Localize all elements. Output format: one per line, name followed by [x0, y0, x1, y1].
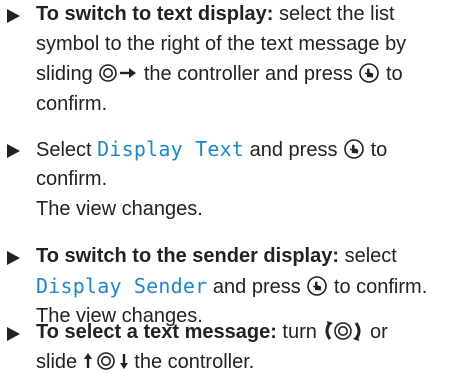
instruction-text: Select	[36, 139, 98, 161]
instruction-line: Display Sender and press to confirm.	[36, 272, 427, 300]
menu-item-display-text: Display Text	[97, 137, 245, 161]
instruction-text: to	[365, 139, 388, 161]
instruction-text: or	[364, 321, 388, 343]
instruction-heading: To select a text message:	[36, 321, 277, 343]
instruction-text: confirm.	[36, 93, 108, 115]
bullet-triangle-icon	[7, 327, 20, 341]
controller-press-icon	[306, 275, 328, 297]
instruction-text: symbol to the right of the text message …	[36, 33, 407, 55]
instruction-text: and press	[207, 276, 307, 298]
instruction-line: Select Display Text and press to	[36, 135, 387, 163]
instruction-text: select	[339, 245, 397, 267]
bullet-triangle-icon	[7, 144, 20, 158]
instruction-text: sliding	[36, 63, 99, 85]
controller-slide-updown-icon	[83, 350, 129, 372]
instruction-line: confirm.	[36, 90, 107, 118]
instruction-text: slide	[36, 351, 83, 373]
instruction-text: to confirm.	[328, 276, 428, 298]
controller-press-icon	[343, 138, 365, 160]
instruction-line: confirm.	[36, 165, 107, 193]
instruction-text: the controller and press	[138, 63, 359, 85]
instruction-line: To switch to text display: select the li…	[36, 0, 395, 28]
instruction-text: select the list	[273, 3, 395, 25]
instruction-result: The view changes.	[36, 195, 203, 223]
instruction-text: to	[380, 63, 403, 85]
bullet-triangle-icon	[7, 9, 20, 23]
menu-item-display-sender: Display Sender	[36, 274, 208, 298]
controller-turn-icon	[322, 320, 364, 342]
controller-press-icon	[358, 62, 380, 84]
bullet-triangle-icon	[7, 251, 20, 265]
instruction-heading: To switch to text display:	[36, 3, 274, 25]
instruction-line: slide the controller.	[36, 348, 254, 376]
result-text: The view changes.	[36, 198, 203, 220]
instruction-line: To switch to the sender display: select	[36, 242, 397, 270]
instruction-heading: To switch to the sender display:	[36, 245, 340, 267]
instruction-text: the controller.	[128, 351, 255, 373]
instruction-text: confirm.	[36, 168, 108, 190]
instruction-line: symbol to the right of the text message …	[36, 30, 406, 58]
controller-slide-right-icon	[98, 63, 138, 83]
instruction-line: To select a text message: turn or	[36, 318, 388, 346]
instruction-page: To switch to text display: select the li…	[0, 0, 470, 377]
instruction-text: turn	[276, 321, 323, 343]
instruction-line: sliding the controller and press to	[36, 60, 403, 88]
instruction-text: and press	[244, 139, 344, 161]
